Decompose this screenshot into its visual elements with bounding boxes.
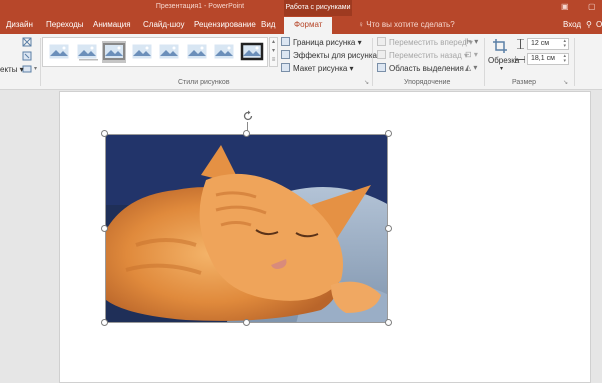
ribbon-tabs: Дизайн Переходы Анимация Слайд-шоу Рецен…: [0, 16, 602, 34]
height-spin-icon[interactable]: ▴ ▾: [563, 39, 566, 49]
resize-handle-bottom-left[interactable]: [101, 319, 108, 326]
title-bar: Презентация1 - PowerPoint Работа с рисун…: [0, 0, 602, 16]
picture-effects-label: Эффекты для рисунка: [293, 51, 377, 60]
layout-icon: [281, 63, 290, 72]
bring-forward-button[interactable]: Переместить вперед ▾: [377, 37, 473, 47]
picture-layout-button[interactable]: Макет рисунка ▾: [281, 63, 354, 73]
dialog-launcher-icon[interactable]: ↘: [364, 79, 369, 86]
tab-slideshow[interactable]: Слайд-шоу: [143, 20, 184, 29]
gallery-up-icon[interactable]: ▴: [270, 38, 277, 47]
picture-styles-gallery: [42, 37, 268, 67]
send-backward-label: Переместить назад: [389, 51, 462, 60]
group-divider: [372, 38, 373, 86]
resize-handle-top[interactable]: [243, 130, 250, 137]
height-icon: [517, 39, 524, 49]
ribbon: екты ▾ ▾ ▴ ▾ ≡ Граница рисунка ▾ Эффекты…: [0, 34, 602, 90]
picture-style-thumbnail[interactable]: [157, 41, 181, 63]
picture-style-thumbnail[interactable]: [184, 41, 209, 63]
tab-view[interactable]: Вид: [261, 20, 275, 29]
picture-layout-label: Макет рисунка: [293, 64, 348, 73]
restore-icon[interactable]: ▣: [561, 2, 569, 11]
picture-style-thumbnail[interactable]: [212, 41, 236, 63]
picture-styles-group-label: Стили рисунков: [178, 79, 230, 86]
compress-pictures-icon[interactable]: [22, 51, 32, 61]
tell-me-label: Что вы хотите сделать?: [366, 20, 455, 29]
selection-pane-label: Область выделения: [389, 64, 464, 73]
context-tab-group-label: Работа с рисунками: [284, 0, 352, 16]
width-input[interactable]: 18,1 см ▴ ▾: [527, 53, 569, 65]
close-icon[interactable]: ▢: [588, 2, 596, 11]
picture-style-thumbnail[interactable]: [239, 41, 264, 63]
gallery-down-icon[interactable]: ▾: [270, 47, 277, 56]
group-divider: [40, 38, 41, 86]
send-backward-icon: [377, 50, 386, 59]
tell-me-box[interactable]: ♀ Что вы хотите сделать?: [358, 20, 455, 29]
bring-forward-label: Переместить вперед: [389, 38, 467, 47]
tab-review[interactable]: Рецензирование: [194, 20, 256, 29]
rotate-objects-icon[interactable]: ◭ ▾: [465, 63, 477, 72]
effects-icon: [281, 50, 290, 59]
resize-handle-top-left[interactable]: [101, 130, 108, 137]
bring-forward-icon: [377, 37, 386, 46]
width-value: 18,1 см: [531, 55, 555, 62]
crop-icon[interactable]: [492, 38, 508, 54]
selection-pane-button[interactable]: Область выделения: [377, 63, 464, 73]
selection-pane-icon: [377, 63, 386, 72]
artistic-effects-label: екты: [0, 65, 18, 74]
group-objects-icon[interactable]: ⊡ ▾: [465, 50, 478, 59]
tab-format[interactable]: Формат: [284, 17, 333, 34]
remove-background-icon[interactable]: [22, 37, 32, 47]
resize-handle-bottom-right[interactable]: [385, 319, 392, 326]
share-user-icon[interactable]: ⚲: [586, 20, 592, 29]
share-label[interactable]: О: [596, 20, 602, 29]
artistic-effects-button[interactable]: екты ▾: [0, 65, 24, 74]
gallery-more-icon[interactable]: ≡: [270, 56, 277, 65]
sleeping-cat-image: [106, 135, 387, 322]
tab-transitions[interactable]: Переходы: [46, 20, 84, 29]
resize-handle-top-right[interactable]: [385, 130, 392, 137]
picture-border-label: Граница рисунка: [293, 38, 356, 47]
rotate-handle-icon[interactable]: [242, 110, 254, 122]
arrange-group-label: Упорядочение: [404, 79, 451, 86]
pen-border-icon: [281, 37, 290, 46]
picture-style-thumbnail[interactable]: [74, 41, 99, 63]
group-divider: [574, 38, 575, 86]
cat-picture[interactable]: [105, 134, 388, 323]
tab-animation[interactable]: Анимация: [93, 20, 131, 29]
gallery-scroll[interactable]: ▴ ▾ ≡: [269, 37, 278, 67]
tab-design[interactable]: Дизайн: [6, 20, 33, 29]
picture-style-thumbnail[interactable]: [102, 41, 126, 63]
resize-handle-left[interactable]: [101, 225, 108, 232]
sign-in-link[interactable]: Вход: [563, 20, 581, 29]
lightbulb-icon: ♀: [358, 20, 364, 29]
size-dialog-launcher-icon[interactable]: ↘: [563, 79, 568, 86]
crop-chevron-icon[interactable]: ▾: [500, 65, 503, 72]
width-spin-icon[interactable]: ▴ ▾: [563, 54, 566, 64]
send-backward-button[interactable]: Переместить назад ▾: [377, 50, 468, 60]
width-icon: [515, 56, 525, 63]
picture-effects-button[interactable]: Эффекты для рисунка ▾: [281, 50, 383, 60]
height-input[interactable]: 12 см ▴ ▾: [527, 38, 569, 50]
picture-border-button[interactable]: Граница рисунка ▾: [281, 37, 362, 47]
height-value: 12 см: [531, 40, 550, 47]
resize-handle-bottom[interactable]: [243, 319, 250, 326]
group-divider: [484, 38, 485, 86]
resize-handle-right[interactable]: [385, 225, 392, 232]
picture-style-thumbnail[interactable]: [129, 41, 154, 63]
chevron-down-icon[interactable]: ▾: [34, 65, 37, 72]
size-group-label: Размер: [512, 79, 537, 86]
picture-style-thumbnail[interactable]: [47, 41, 71, 63]
align-icon[interactable]: ⊫ ▾: [465, 37, 478, 46]
